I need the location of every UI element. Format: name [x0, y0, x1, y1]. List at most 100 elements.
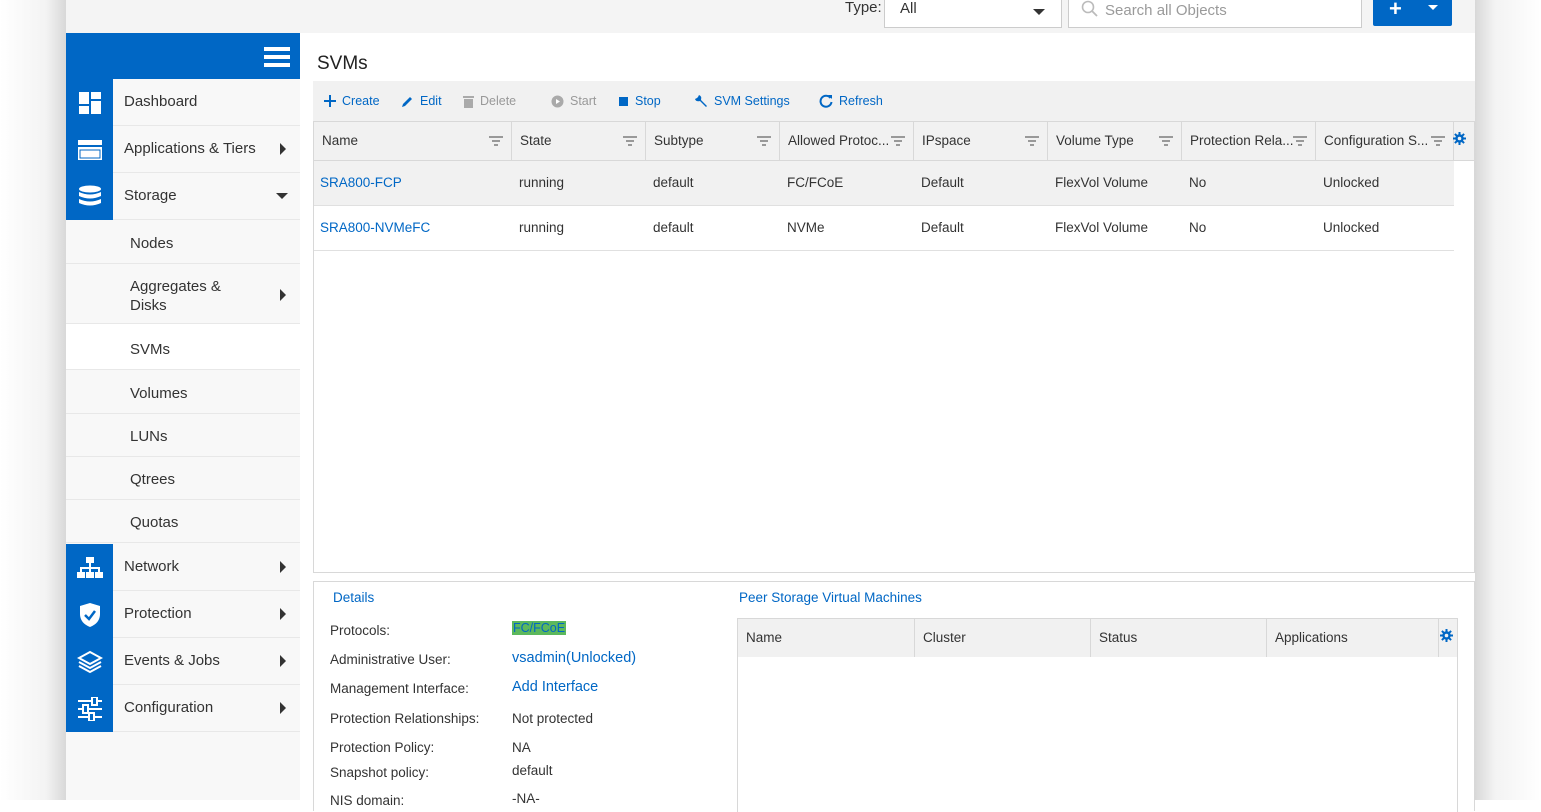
stop-button[interactable]: Stop: [618, 94, 661, 108]
chevron-right-icon: [280, 702, 286, 714]
window-shadow-left: [0, 0, 66, 800]
search-icon: [1081, 0, 1099, 23]
sidebar-item-events-jobs[interactable]: Events & Jobs: [66, 638, 300, 685]
search-box[interactable]: [1068, 0, 1362, 28]
sidebar-item-dashboard[interactable]: Dashboard: [66, 79, 300, 126]
stop-icon: [619, 96, 628, 106]
svm-settings-button[interactable]: SVM Settings: [694, 94, 790, 108]
svm-name-link[interactable]: SRA800-NVMeFC: [320, 220, 430, 235]
peer-column-status[interactable]: Status: [1091, 619, 1267, 657]
peer-svm-table: Name Cluster Status Applications: [737, 618, 1458, 812]
search-input[interactable]: [1105, 0, 1355, 21]
main-content: SVMs Create Edit Delete Start Stop SVM S…: [300, 33, 1475, 812]
table-row[interactable]: SRA800-NVMeFC running default NVMe Defau…: [314, 206, 1454, 251]
filter-icon: [1159, 136, 1173, 146]
sidebar-subitem-quotas[interactable]: Quotas: [66, 500, 300, 543]
sidebar-subitem-volumes[interactable]: Volumes: [66, 370, 300, 414]
protection-relationships-value: Not protected: [512, 711, 594, 726]
add-button[interactable]: +: [1373, 0, 1452, 26]
sidebar-item-applications[interactable]: Applications & Tiers: [66, 126, 300, 173]
protection-policy-label: Protection Policy:: [330, 740, 435, 755]
sidebar-subitem-aggregates[interactable]: Aggregates & Disks: [66, 264, 300, 324]
protocols-highlight: FC/FCoE: [512, 621, 567, 635]
sidebar-subitem-label: Volumes: [130, 385, 188, 402]
protocols-label: Protocols:: [330, 623, 391, 638]
sidebar-subitem-svms[interactable]: SVMs: [66, 324, 300, 370]
column-header-name[interactable]: Name: [314, 122, 512, 160]
sidebar-subitem-qtrees[interactable]: Qtrees: [66, 457, 300, 500]
sidebar-item-network[interactable]: Network: [66, 544, 300, 591]
sidebar-item-protection[interactable]: Protection: [66, 591, 300, 638]
sidebar-header: [66, 33, 300, 79]
sidebar-item-label: Dashboard: [124, 93, 198, 110]
chevron-right-icon: [280, 655, 286, 667]
column-header-state[interactable]: State: [512, 122, 646, 160]
column-header-label: State: [520, 133, 552, 148]
delete-label: Delete: [480, 94, 517, 108]
add-interface-link[interactable]: Add Interface: [512, 679, 598, 695]
chevron-down-icon: [1033, 9, 1045, 15]
column-header-volume-type[interactable]: Volume Type: [1048, 122, 1182, 160]
filter-icon: [489, 136, 503, 146]
sidebar-subitem-label-line2: Disks: [130, 297, 167, 314]
plus-icon: [324, 95, 336, 107]
sidebar-item-label: Applications & Tiers: [124, 140, 256, 157]
edit-label: Edit: [420, 94, 442, 108]
table-row[interactable]: SRA800-FCP running default FC/FCoE Defau…: [314, 161, 1454, 206]
column-header-ipspace[interactable]: IPspace: [914, 122, 1048, 160]
column-header-label: Name: [746, 630, 783, 645]
snapshot-policy-label: Snapshot policy:: [330, 765, 430, 780]
sidebar-subitem-luns[interactable]: LUNs: [66, 414, 300, 457]
protocols-value: FC/FCoE: [512, 620, 567, 635]
table-cell: No: [1189, 220, 1207, 235]
table-cell: FlexVol Volume: [1055, 175, 1149, 190]
column-header-protection-relationships[interactable]: Protection Rela...: [1182, 122, 1316, 160]
peer-column-cluster[interactable]: Cluster: [915, 619, 1091, 657]
delete-button[interactable]: Delete: [463, 94, 516, 108]
gear-icon[interactable]: [1440, 629, 1453, 642]
svm-name-link[interactable]: SRA800-FCP: [320, 175, 402, 190]
admin-user-link[interactable]: vsadmin(Unlocked): [512, 650, 636, 666]
refresh-label: Refresh: [839, 94, 883, 108]
table-cell: No: [1189, 175, 1207, 190]
column-header-label: Protection Rela...: [1190, 133, 1294, 148]
details-tab[interactable]: Details: [333, 590, 374, 605]
table-cell: FC/FCoE: [787, 175, 844, 190]
mgmt-interface-label: Management Interface:: [330, 681, 469, 696]
table-cell: default: [653, 175, 694, 190]
sidebar-item-configuration[interactable]: Configuration: [66, 685, 300, 732]
start-button[interactable]: Start: [551, 94, 596, 108]
toolbar: Create Edit Delete Start Stop SVM Settin…: [313, 81, 1475, 121]
start-label: Start: [570, 94, 597, 108]
refresh-icon: [819, 94, 833, 108]
chevron-right-icon: [280, 143, 286, 155]
sidebar-item-label: Events & Jobs: [124, 652, 220, 669]
table-cell: Unlocked: [1323, 175, 1380, 190]
peer-column-name[interactable]: Name: [738, 619, 915, 657]
sidebar-subitem-label: Quotas: [130, 514, 179, 531]
column-header-subtype[interactable]: Subtype: [646, 122, 780, 160]
sidebar-subitem-nodes[interactable]: Nodes: [66, 220, 300, 264]
gear-icon[interactable]: [1453, 132, 1466, 145]
sidebar-item-label: Protection: [124, 605, 192, 622]
column-header-allowed-protocols[interactable]: Allowed Protoc...: [780, 122, 914, 160]
top-bar: Type: All +: [66, 0, 1475, 33]
peer-column-applications[interactable]: Applications: [1267, 619, 1439, 657]
column-header-label: IPspace: [922, 133, 971, 148]
sidebar-item-storage[interactable]: Storage: [66, 173, 300, 220]
sidebar-subitem-label: Nodes: [130, 235, 174, 252]
refresh-button[interactable]: Refresh: [819, 94, 883, 108]
svm-table: Name State Subtype Allowed Protoc... IPs…: [313, 121, 1475, 573]
svm-settings-label: SVM Settings: [714, 94, 790, 108]
chevron-right-icon: [280, 608, 286, 620]
sidebar-subitem-label: SVMs: [130, 341, 171, 358]
table-cell: Default: [921, 220, 964, 235]
type-select[interactable]: All: [884, 0, 1062, 28]
storage-icon: [66, 173, 113, 220]
hamburger-icon[interactable]: [264, 47, 290, 67]
peer-svm-tab[interactable]: Peer Storage Virtual Machines: [739, 590, 922, 605]
create-button[interactable]: Create: [324, 94, 380, 108]
column-header-configuration-state[interactable]: Configuration S...: [1316, 122, 1454, 160]
edit-button[interactable]: Edit: [401, 94, 442, 108]
filter-icon: [1431, 136, 1445, 146]
